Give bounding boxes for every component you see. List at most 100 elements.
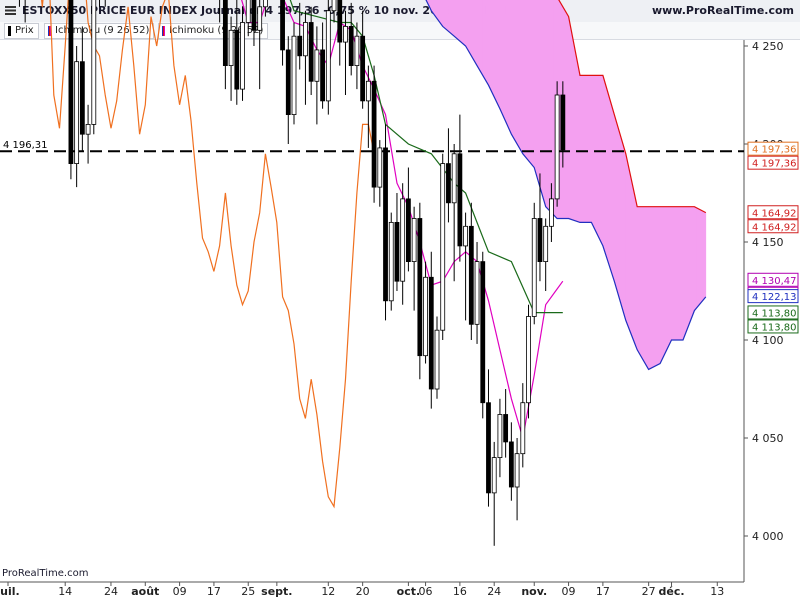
cloud-bearish-segment [622,143,627,321]
x-tick-label: 24 [487,585,501,598]
price-tag-label: 4 113,80 [752,308,797,319]
candle-body [440,163,446,331]
cloud-bearish-segment [628,166,632,336]
price-tag: 4 197,36 [747,141,799,156]
cloud-bearish-segment [576,60,581,223]
candle-body [251,0,257,31]
candle-body [451,153,457,204]
candle [291,22,297,125]
cloud-bearish-segment [691,206,695,319]
candle-body [514,453,520,488]
price-chart[interactable]: 4 415,234 196,31 4 5004 4504 4004 3504 3… [0,0,800,600]
candle-body [520,402,526,455]
candle-body [297,35,303,57]
price-tag-label: 4 164,92 [752,208,797,219]
candle-body [446,163,451,204]
candle-body [508,441,514,488]
candle-body [228,29,234,66]
cloud-bearish-segment [579,75,584,223]
cloud-bearish-segment [668,206,672,347]
candle-body [291,35,297,116]
candle [251,0,257,46]
x-tick-label: 16 [453,585,467,598]
cloud-bearish-segment [499,0,504,116]
candle [348,2,354,76]
cloud-bearish-segment [605,85,609,264]
candle-body [549,198,554,227]
cloud-bearish-segment [491,0,495,98]
x-tick-label: 13 [710,585,724,598]
candle-body [85,124,91,135]
cloud-bearish-segment [679,206,684,341]
candle-body [365,80,371,102]
cloud-bearish-segment [533,0,538,178]
candle [104,0,106,7]
cloud-bearish-segment [696,207,701,308]
candle-body [554,94,560,200]
cloud-bearish-segment [636,206,641,356]
candle [417,202,423,380]
y-tick-label: 4 150 [752,236,784,249]
candle-body [543,225,549,263]
candle [371,65,377,203]
x-tick-label: 09 [562,585,576,598]
chart-window: ESTOXX50 PRICE EUR INDEX Journalier 4 19… [0,0,800,600]
cloud-bearish-segment [648,206,652,370]
candle [554,81,560,207]
x-tick-label: 17 [596,585,610,598]
cloud-bearish-segment [588,75,592,223]
candle [325,0,331,115]
price-tag: 4 164,92 [747,205,799,220]
cloud-bearish-segment [536,0,541,188]
cloud-bearish-segment [496,0,501,109]
cloud-bearish-segment [571,31,575,221]
horizontal-line-label: 4 196,31 [3,140,48,151]
price-tag-label: 4 197,36 [752,159,797,170]
price-tag-label: 4 164,92 [752,222,797,233]
candle-body [486,402,491,494]
cloud-bearish-segment [614,114,618,292]
candle [91,0,97,135]
cloud-bearish-segment [508,0,512,135]
cloud-bearish-segment [625,153,629,328]
cloud-bearish-segment [634,193,638,350]
candle-body [303,22,308,57]
x-tick-label: sept. [261,585,292,598]
cloud-bearish-segment [450,0,455,37]
candle-body [400,198,406,282]
price-tag: 4 122,13 [747,289,799,304]
watermark: ProRealTime.com [2,568,89,579]
cloud-bearish-segment [519,0,524,155]
cloud-bearish-segment [582,75,587,223]
candle-body [497,414,503,459]
y-tick-label: 4 000 [752,530,784,543]
cloud-bearish-segment [656,206,661,366]
x-tick-label: 24 [104,585,118,598]
cloud-bearish-segment [471,0,475,62]
cloud-bearish-segment [485,0,489,87]
price-tag-label: 4 113,80 [752,322,797,333]
candle-body [262,0,268,8]
cloud-bearish-segment [545,0,549,211]
price-tag-label: 4 197,36 [752,145,797,156]
candle-body [245,0,251,23]
cloud-bearish-segment [522,0,526,159]
cloud-bearish-segment [676,206,681,341]
candle-body [463,225,469,247]
price-tag: 4 130,47 [747,272,799,287]
candle-body [480,261,486,404]
cloud-bearish-segment [525,0,529,162]
candle [360,10,366,109]
cloud-bearish-segment [493,0,498,103]
candle [68,0,74,180]
cloud-bearish-segment [642,206,647,366]
cloud-bearish-segment [445,0,449,32]
candle-body [394,221,400,282]
cloud-bearish-segment [619,134,624,311]
candle [388,212,394,311]
price-tag: 4 113,80 [747,319,799,334]
cloud-bearish-segment [568,16,572,220]
candle-body [526,316,531,404]
candle-body [240,22,245,90]
candle-body [371,80,377,188]
